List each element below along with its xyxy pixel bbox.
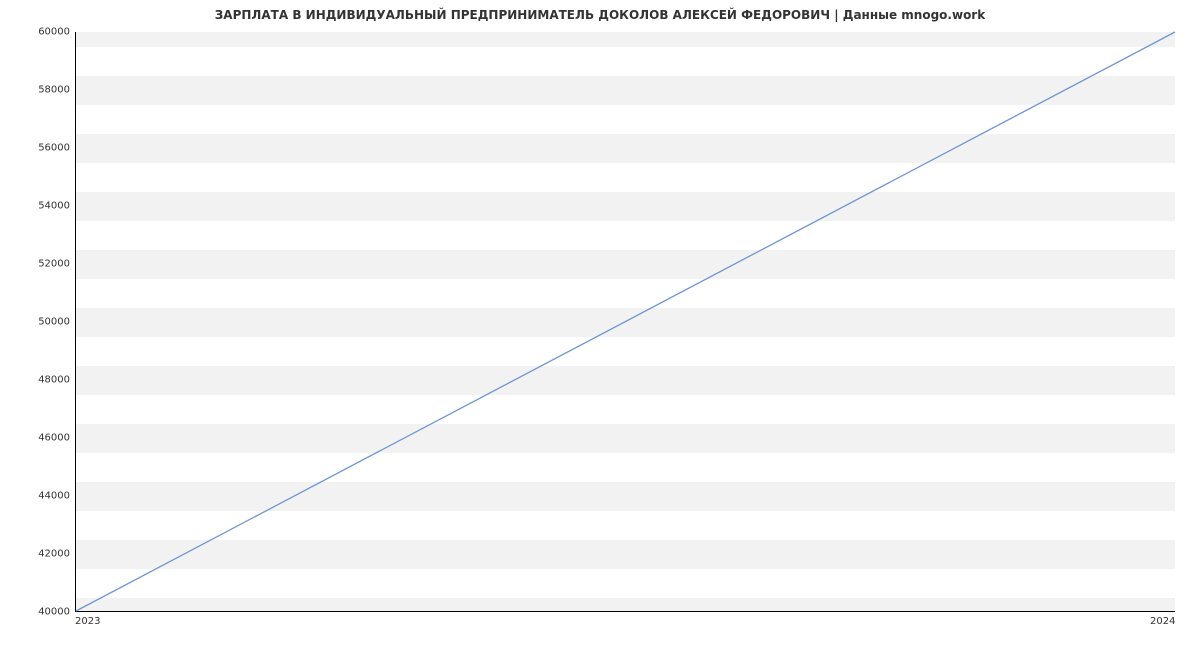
xtick-1: 2024 bbox=[1150, 616, 1175, 627]
xtick-0: 2023 bbox=[75, 616, 100, 627]
ytick-0: 40000 bbox=[10, 607, 70, 618]
ytick-4: 48000 bbox=[10, 375, 70, 386]
ytick-10: 60000 bbox=[10, 27, 70, 38]
ytick-3: 46000 bbox=[10, 433, 70, 444]
ytick-8: 56000 bbox=[10, 143, 70, 154]
ytick-1: 42000 bbox=[10, 549, 70, 560]
ytick-2: 44000 bbox=[10, 491, 70, 502]
plot-area bbox=[75, 32, 1175, 612]
chart-title: ЗАРПЛАТА В ИНДИВИДУАЛЬНЫЙ ПРЕДПРИНИМАТЕЛ… bbox=[0, 8, 1200, 22]
ytick-7: 54000 bbox=[10, 201, 70, 212]
ytick-5: 50000 bbox=[10, 317, 70, 328]
data-line bbox=[76, 32, 1175, 611]
ytick-9: 58000 bbox=[10, 85, 70, 96]
ytick-6: 52000 bbox=[10, 259, 70, 270]
